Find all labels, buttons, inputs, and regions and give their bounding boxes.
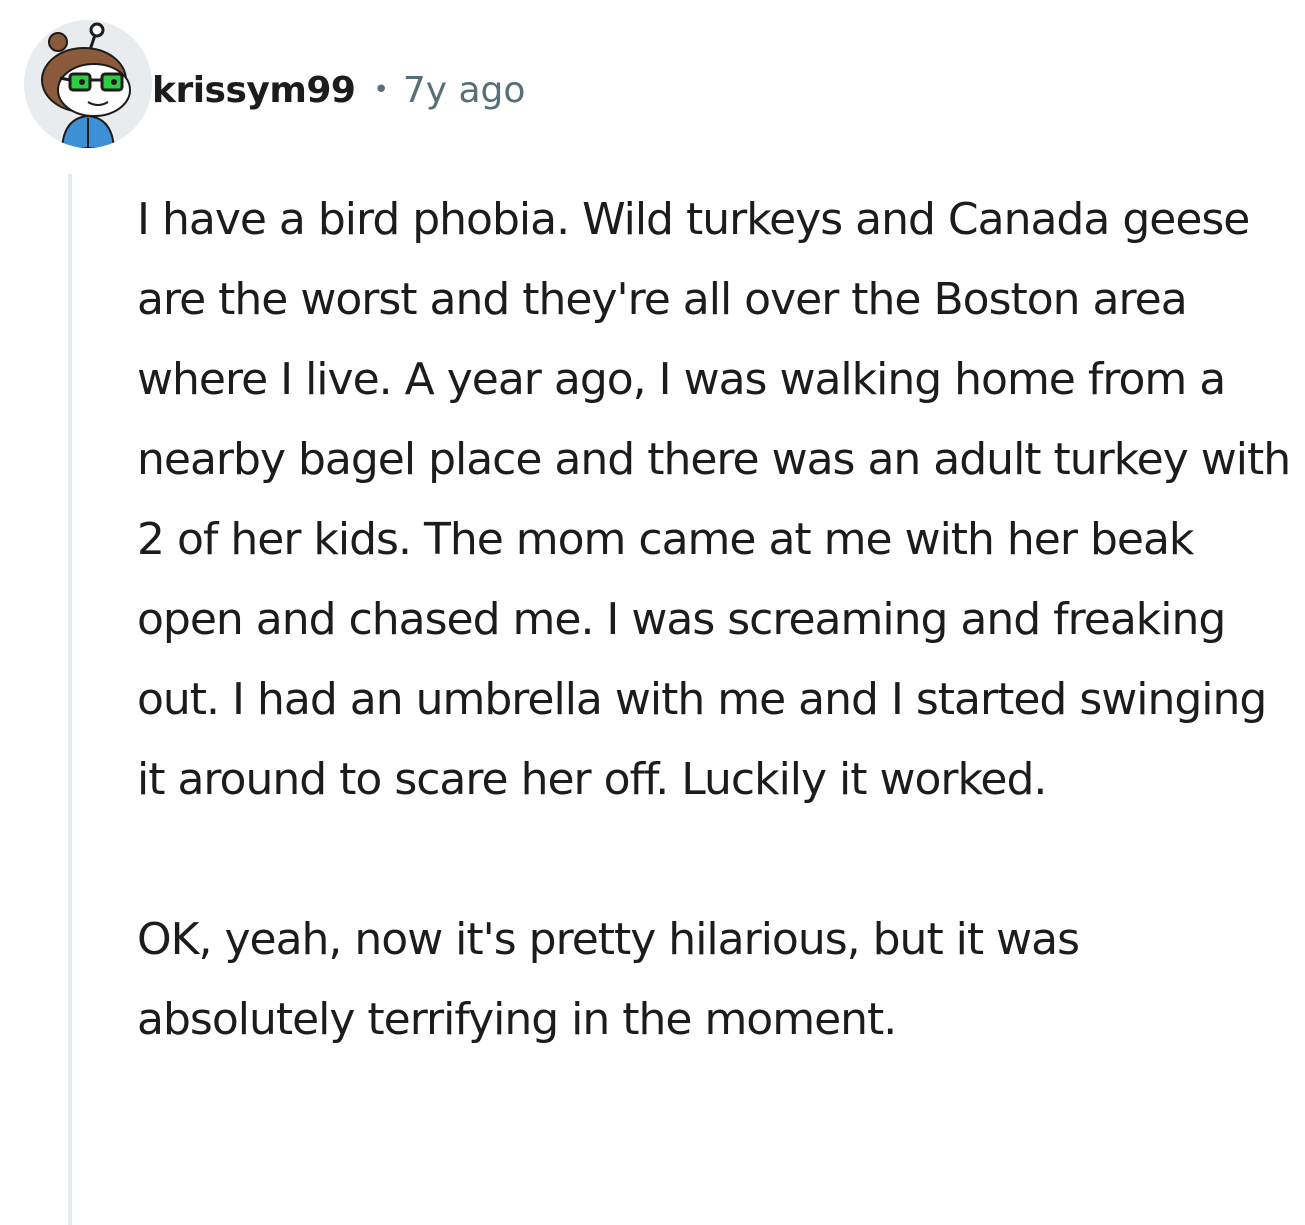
user-avatar[interactable] bbox=[24, 20, 152, 148]
reddit-snoo-avatar-icon bbox=[24, 20, 152, 148]
username-link[interactable]: krissym99 bbox=[152, 70, 356, 111]
thread-line[interactable] bbox=[68, 174, 72, 1225]
comment-meta: krissym99 • 7y ago bbox=[152, 62, 525, 118]
comment-body: I have a bird phobia. Wild turkeys and C… bbox=[137, 180, 1297, 1060]
comment: krissym99 • 7y ago I have a bird phobia.… bbox=[0, 0, 1305, 1225]
comment-paragraph: OK, yeah, now it's pretty hilarious, but… bbox=[137, 914, 1080, 1045]
meta-separator: • bbox=[373, 75, 389, 105]
comment-paragraph: I have a bird phobia. Wild turkeys and C… bbox=[137, 194, 1291, 805]
comment-timestamp[interactable]: 7y ago bbox=[403, 70, 526, 111]
